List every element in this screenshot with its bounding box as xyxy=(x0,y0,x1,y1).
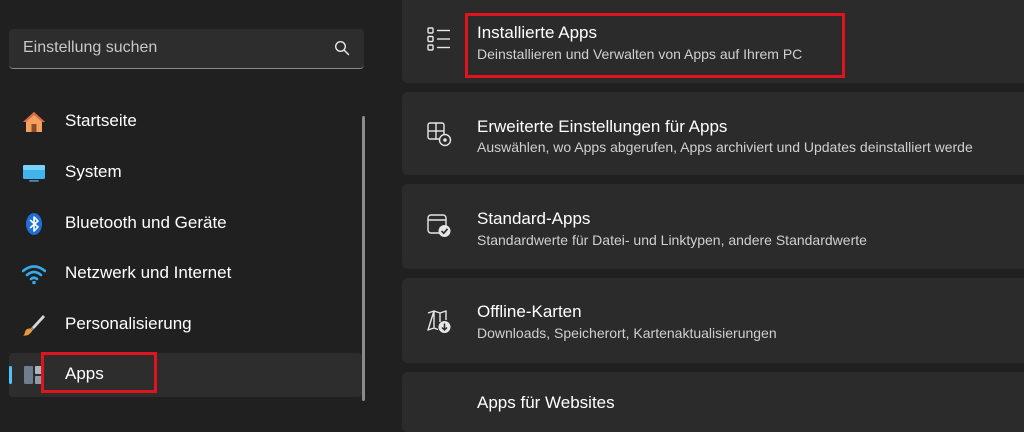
wifi-icon xyxy=(22,265,46,285)
default-apps-icon xyxy=(427,214,451,237)
sidebar-item-label: Bluetooth und Geräte xyxy=(65,213,227,232)
card-title: Installierte Apps xyxy=(477,23,598,42)
card-installierte-apps[interactable]: Installierte Apps Deinstallieren und Ver… xyxy=(402,0,1024,83)
card-title: Standard-Apps xyxy=(477,209,591,228)
monitor-icon xyxy=(23,165,45,182)
card-apps-fuer-websites[interactable]: Apps für Websites xyxy=(402,372,1024,432)
sidebar-item-label: Netzwerk und Internet xyxy=(65,263,232,282)
card-description: Deinstallieren und Verwalten von Apps au… xyxy=(477,46,803,62)
sidebar-item-label: Personalisierung xyxy=(65,314,192,333)
sidebar-item-label: Startseite xyxy=(65,111,137,130)
app-settings-icon xyxy=(427,122,452,147)
home-icon xyxy=(23,112,45,132)
sidebar-item-label: Apps xyxy=(65,364,104,383)
card-standard-apps[interactable]: Standard-Apps Standardwerte für Datei- u… xyxy=(402,184,1024,269)
map-icon xyxy=(427,310,451,333)
card-description: Downloads, Speicherort, Kartenaktualisie… xyxy=(477,325,777,341)
sidebar-item-netzwerk[interactable]: Netzwerk und Internet xyxy=(9,252,362,296)
search-icon[interactable] xyxy=(334,40,350,56)
sidebar-item-bluetooth[interactable]: Bluetooth und Geräte xyxy=(9,202,362,246)
search-input[interactable] xyxy=(9,29,323,67)
search-box[interactable] xyxy=(9,29,364,69)
card-title: Offline-Karten xyxy=(477,302,582,321)
card-description: Standardwerte für Datei- und Linktypen, … xyxy=(477,232,867,248)
sidebar-item-startseite[interactable]: Startseite xyxy=(9,100,362,144)
sidebar-item-system[interactable]: System xyxy=(9,151,362,195)
sidebar-item-personalisierung[interactable]: Personalisierung xyxy=(9,303,362,347)
card-offline-karten[interactable]: Offline-Karten Downloads, Speicherort, K… xyxy=(402,278,1024,363)
apps-icon xyxy=(24,366,44,384)
sidebar-item-apps[interactable]: Apps xyxy=(9,353,362,397)
card-erweiterte-einstellungen[interactable]: Erweiterte Einstellungen für Apps Auswäh… xyxy=(402,92,1024,175)
sidebar-scrollbar[interactable] xyxy=(362,116,365,401)
card-title: Apps für Websites xyxy=(477,393,615,412)
brush-icon xyxy=(23,315,45,336)
card-title: Erweiterte Einstellungen für Apps xyxy=(477,117,728,136)
selection-indicator xyxy=(9,366,12,384)
sidebar-item-label: System xyxy=(65,162,122,181)
list-icon xyxy=(427,27,450,51)
bluetooth-icon xyxy=(26,213,42,235)
card-description: Auswählen, wo Apps abgerufen, Apps archi… xyxy=(477,139,973,155)
